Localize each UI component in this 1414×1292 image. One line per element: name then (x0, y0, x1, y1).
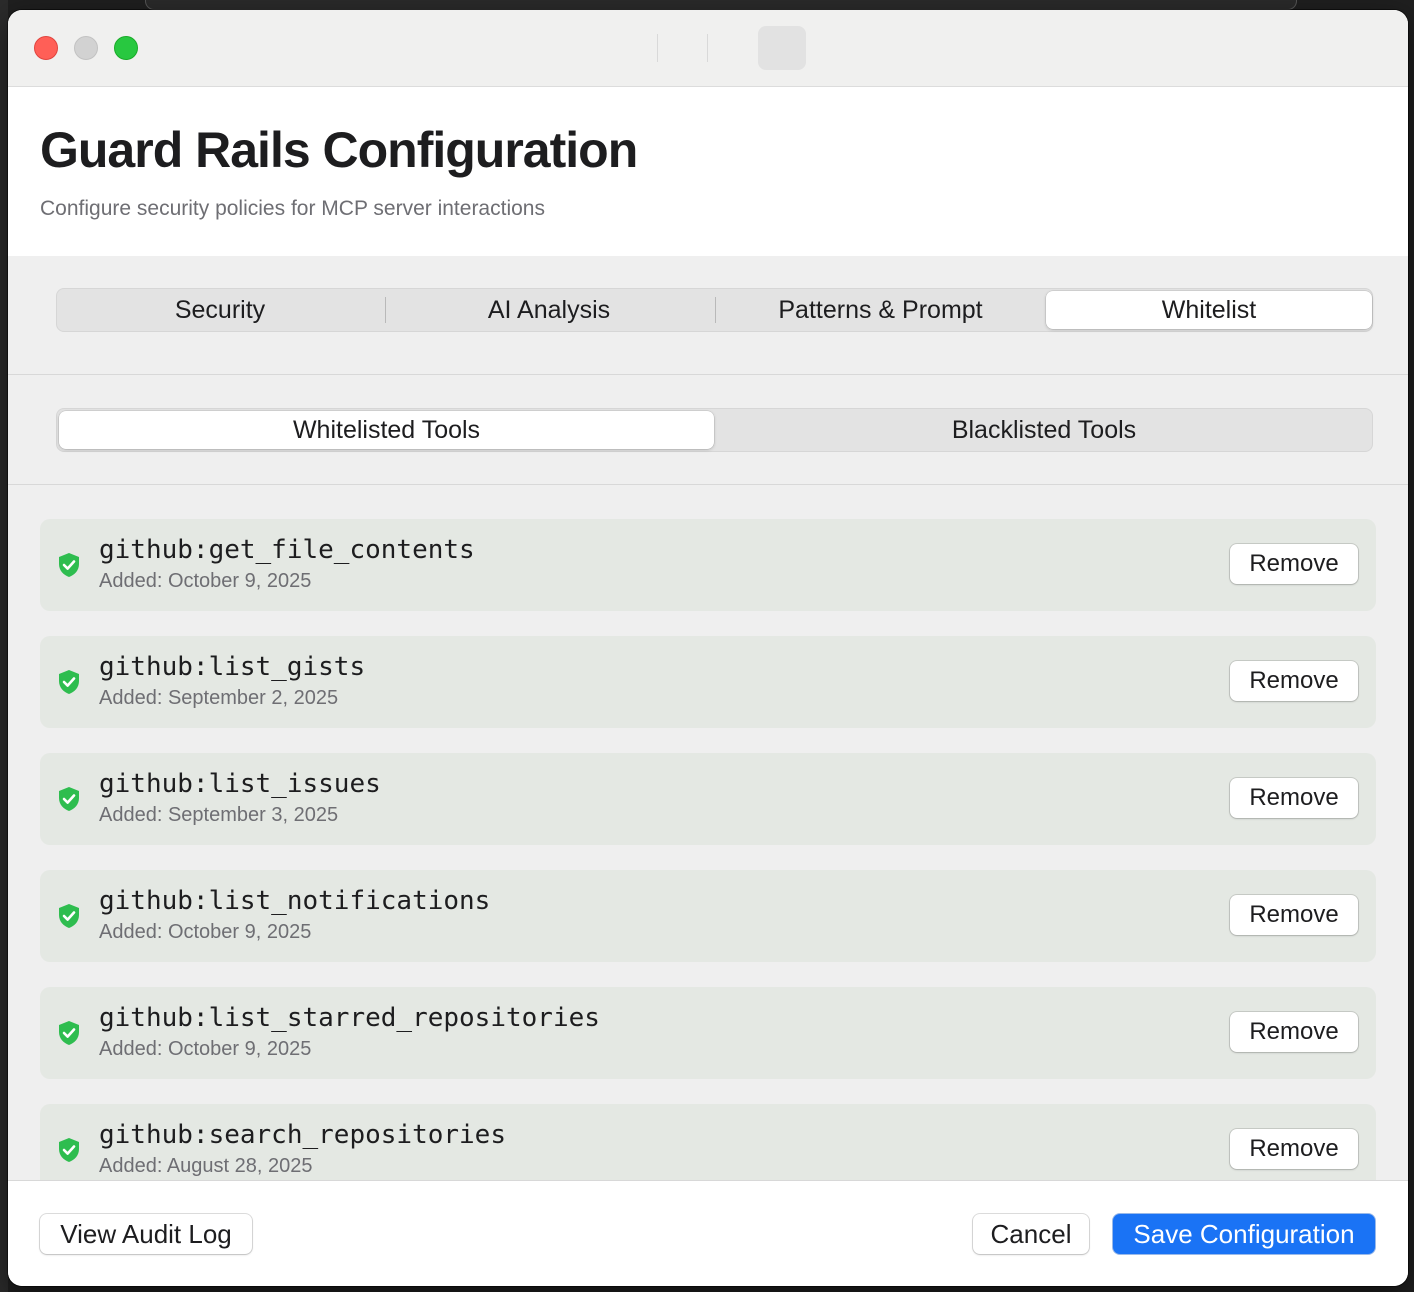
footer-bar: View Audit Log Cancel Save Configuration (8, 1180, 1408, 1286)
shield-check-icon (59, 904, 79, 928)
remove-button[interactable]: Remove (1230, 1129, 1358, 1169)
tool-name: github:get_file_contents (99, 535, 475, 565)
toolbar-divider (657, 34, 658, 62)
toolbar-divider (707, 34, 708, 62)
title-bar[interactable] (8, 10, 1408, 87)
list-item: github:list_gists Added: September 2, 20… (40, 636, 1376, 728)
tab-ai-analysis[interactable]: AI Analysis (388, 291, 710, 329)
remove-button[interactable]: Remove (1230, 778, 1358, 818)
shield-check-icon (59, 1021, 79, 1045)
remove-button[interactable]: Remove (1230, 661, 1358, 701)
tool-added-date: Added: August 28, 2025 (99, 1155, 313, 1177)
list-item: github:list_notifications Added: October… (40, 870, 1376, 962)
header: Guard Rails Configuration Configure secu… (8, 87, 1408, 256)
divider (8, 484, 1408, 485)
background-window-bar (145, 0, 1297, 10)
tool-name: github:list_starred_repositories (99, 1003, 600, 1033)
tab-separator (715, 297, 716, 323)
page-subtitle: Configure security policies for MCP serv… (40, 197, 545, 220)
remove-button[interactable]: Remove (1230, 1012, 1358, 1052)
tool-name: github:list_notifications (99, 886, 491, 916)
page-title: Guard Rails Configuration (40, 122, 638, 178)
minimize-window-button[interactable] (74, 36, 98, 60)
remove-button[interactable]: Remove (1230, 544, 1358, 584)
tab-patterns-prompt[interactable]: Patterns & Prompt (718, 291, 1043, 329)
shield-check-icon (59, 553, 79, 577)
shield-check-icon (59, 1138, 79, 1162)
list-item: github:search_repositories Added: August… (40, 1104, 1376, 1180)
close-window-button[interactable] (34, 36, 58, 60)
shield-check-icon (59, 787, 79, 811)
tool-added-date: Added: September 2, 2025 (99, 687, 339, 709)
toolbar-button[interactable] (758, 26, 806, 70)
tool-name: github:list_gists (99, 652, 366, 682)
background-window-edge (0, 0, 8, 1292)
view-audit-log-button[interactable]: View Audit Log (40, 1214, 252, 1254)
divider (8, 374, 1408, 375)
guard-rails-window: Guard Rails Configuration Configure secu… (8, 10, 1408, 1286)
tab-blacklisted-tools[interactable]: Blacklisted Tools (716, 411, 1372, 449)
tool-name: github:search_repositories (99, 1120, 506, 1150)
main-tab-bar: Security AI Analysis Patterns & Prompt W… (56, 288, 1373, 332)
list-item: github:get_file_contents Added: October … (40, 519, 1376, 611)
tab-security[interactable]: Security (59, 291, 381, 329)
whitelisted-tools-list[interactable]: github:get_file_contents Added: October … (40, 519, 1376, 1180)
list-item: github:list_starred_repositories Added: … (40, 987, 1376, 1079)
tool-added-date: Added: October 9, 2025 (99, 570, 312, 592)
tool-added-date: Added: October 9, 2025 (99, 921, 312, 943)
remove-button[interactable]: Remove (1230, 895, 1358, 935)
tool-added-date: Added: October 9, 2025 (99, 1038, 312, 1060)
shield-check-icon (59, 670, 79, 694)
list-item: github:list_issues Added: September 3, 2… (40, 753, 1376, 845)
tool-added-date: Added: September 3, 2025 (99, 804, 339, 826)
zoom-window-button[interactable] (114, 36, 138, 60)
save-configuration-button[interactable]: Save Configuration (1113, 1214, 1375, 1254)
tab-whitelisted-tools[interactable]: Whitelisted Tools (59, 411, 714, 449)
content-area: Security AI Analysis Patterns & Prompt W… (8, 256, 1408, 1180)
sub-tab-bar: Whitelisted Tools Blacklisted Tools (56, 408, 1373, 452)
tab-separator (385, 297, 386, 323)
tab-whitelist[interactable]: Whitelist (1046, 291, 1372, 329)
tool-name: github:list_issues (99, 769, 381, 799)
cancel-button[interactable]: Cancel (973, 1214, 1089, 1254)
